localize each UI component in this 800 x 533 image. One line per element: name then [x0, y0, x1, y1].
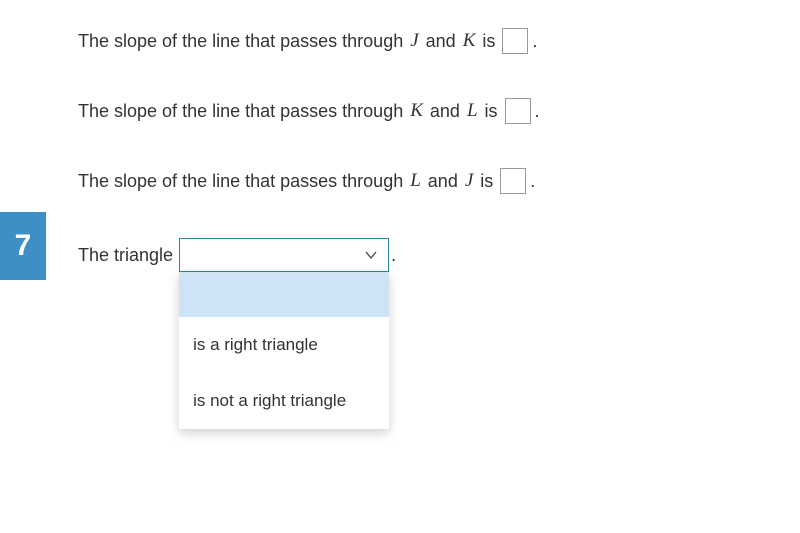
text: The slope of the line that passes throug… — [78, 171, 408, 192]
page: 7 The slope of the line that passes thro… — [0, 0, 800, 533]
question-number-badge: 7 — [0, 212, 46, 280]
text: . — [532, 31, 537, 52]
slope-jk-input[interactable] — [502, 28, 528, 54]
dropdown-option-is-right[interactable]: is a right triangle — [179, 317, 389, 373]
triangle-dropdown[interactable]: is a right triangle is not a right trian… — [179, 238, 389, 272]
triangle-row: The triangle is a right triangle is not … — [78, 238, 800, 272]
point-l: L — [465, 100, 480, 122]
slope-kl-input[interactable] — [505, 98, 531, 124]
dropdown-option-not-right[interactable]: is not a right triangle — [179, 373, 389, 429]
slope-lj-input[interactable] — [500, 168, 526, 194]
question-number: 7 — [15, 229, 32, 263]
text: and — [423, 171, 463, 192]
dropdown-option-blank[interactable] — [179, 273, 389, 317]
point-k: K — [408, 100, 425, 122]
text: is — [475, 171, 498, 192]
text: The slope of the line that passes throug… — [78, 101, 408, 122]
slope-line-3: The slope of the line that passes throug… — [78, 168, 800, 194]
triangle-label: The triangle — [78, 245, 173, 266]
text: . — [530, 171, 535, 192]
text: is — [477, 31, 500, 52]
point-j: J — [408, 30, 420, 52]
point-j: J — [463, 170, 475, 192]
content-area: The slope of the line that passes throug… — [0, 0, 800, 272]
point-k: K — [461, 30, 478, 52]
dropdown-toggle[interactable] — [179, 238, 389, 272]
point-l: L — [408, 170, 423, 192]
text: . — [535, 101, 540, 122]
chevron-down-icon — [364, 248, 378, 262]
text: is — [480, 101, 503, 122]
text: The slope of the line that passes throug… — [78, 31, 408, 52]
text: . — [391, 245, 396, 266]
slope-line-2: The slope of the line that passes throug… — [78, 98, 800, 124]
text: and — [421, 31, 461, 52]
dropdown-menu: is a right triangle is not a right trian… — [179, 272, 389, 429]
text: and — [425, 101, 465, 122]
slope-line-1: The slope of the line that passes throug… — [78, 28, 800, 54]
